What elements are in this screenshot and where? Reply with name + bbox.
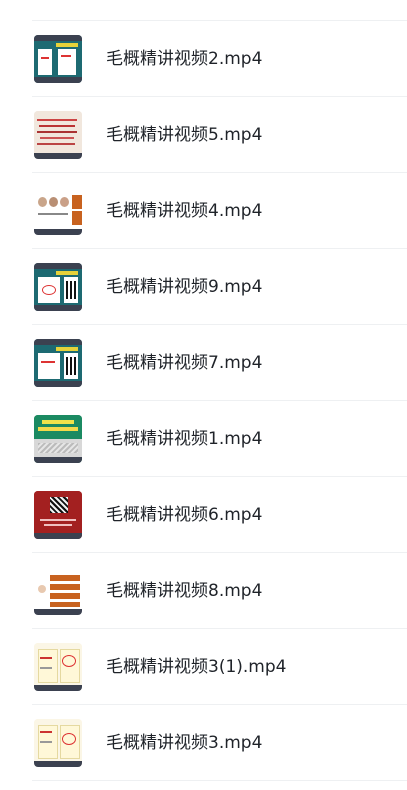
row-divider xyxy=(32,780,407,781)
file-name: 毛概精讲视频6.mp4 xyxy=(106,505,263,525)
file-row[interactable]: 毛概精讲视频3.mp4 xyxy=(0,705,407,781)
video-thumbnail[interactable] xyxy=(34,643,82,691)
file-row[interactable]: 毛概精讲视频9.mp4 xyxy=(0,249,407,325)
file-name: 毛概精讲视频8.mp4 xyxy=(106,581,263,601)
video-thumbnail[interactable] xyxy=(34,111,82,159)
file-name: 毛概精讲视频9.mp4 xyxy=(106,277,263,297)
video-thumbnail[interactable] xyxy=(34,491,82,539)
file-row[interactable]: 毛概精讲视频6.mp4 xyxy=(0,477,407,553)
file-row[interactable]: 毛概精讲视频3(1).mp4 xyxy=(0,629,407,705)
video-thumbnail[interactable] xyxy=(34,719,82,767)
file-row[interactable]: 毛概精讲视频8.mp4 xyxy=(0,553,407,629)
file-name: 毛概精讲视频1.mp4 xyxy=(106,429,263,449)
video-thumbnail[interactable] xyxy=(34,187,82,235)
video-thumbnail[interactable] xyxy=(34,567,82,615)
file-name: 毛概精讲视频7.mp4 xyxy=(106,353,263,373)
file-row[interactable]: 毛概精讲视频7.mp4 xyxy=(0,325,407,401)
file-name: 毛概精讲视频2.mp4 xyxy=(106,49,263,69)
file-row[interactable]: 毛概精讲视频2.mp4 xyxy=(0,21,407,97)
video-thumbnail[interactable] xyxy=(34,339,82,387)
video-thumbnail[interactable] xyxy=(34,415,82,463)
file-row[interactable]: 毛概精讲视频4.mp4 xyxy=(0,173,407,249)
file-row[interactable]: 毛概精讲视频1.mp4 xyxy=(0,401,407,477)
file-name: 毛概精讲视频4.mp4 xyxy=(106,201,263,221)
video-thumbnail[interactable] xyxy=(34,35,82,83)
file-name: 毛概精讲视频5.mp4 xyxy=(106,125,263,145)
video-thumbnail[interactable] xyxy=(34,263,82,311)
file-name: 毛概精讲视频3.mp4 xyxy=(106,733,263,753)
file-name: 毛概精讲视频3(1).mp4 xyxy=(106,657,287,677)
file-row[interactable]: 毛概精讲视频5.mp4 xyxy=(0,97,407,173)
